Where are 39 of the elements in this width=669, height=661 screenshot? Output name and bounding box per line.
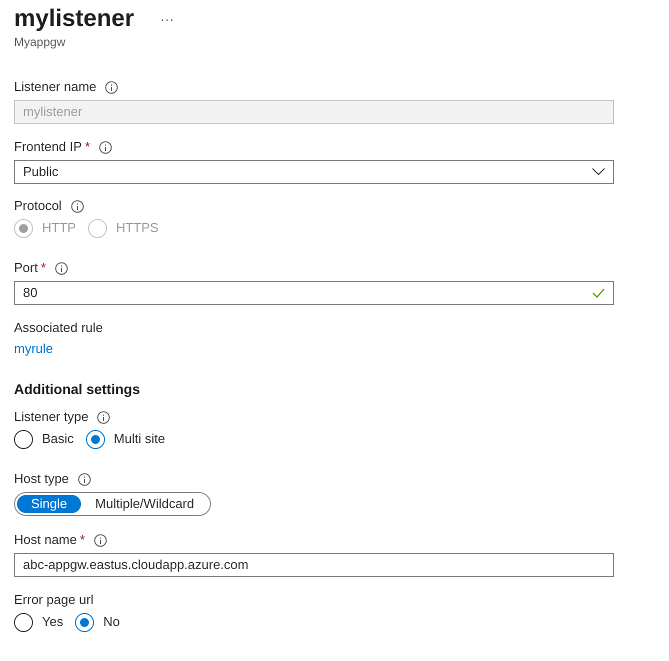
radio-button[interactable] <box>75 612 94 632</box>
field-label: Host type <box>14 470 69 488</box>
radio-button[interactable] <box>14 430 33 448</box>
required-mark: * <box>40 259 46 278</box>
radio-option[interactable]: Multi site <box>86 429 166 449</box>
page-title: mylistener <box>14 4 134 34</box>
field-label: Protocol <box>14 197 62 216</box>
dropdown[interactable]: Public <box>14 160 614 184</box>
field-label: Error page url <box>14 591 94 610</box>
info-icon[interactable] <box>54 262 68 274</box>
chevron-down-icon <box>592 168 605 176</box>
radio-option[interactable]: Basic <box>14 429 74 449</box>
rule-link[interactable]: myrule <box>14 339 54 359</box>
field-label: Frontend IP <box>14 138 82 156</box>
info-icon[interactable] <box>97 410 110 424</box>
checkmark-icon <box>592 288 605 298</box>
radio-button[interactable] <box>14 612 33 632</box>
radio-button[interactable] <box>86 430 105 448</box>
section-heading: Additional settings <box>14 380 141 399</box>
more-button[interactable]: ··· <box>156 9 178 29</box>
radio-option[interactable]: No <box>75 612 120 632</box>
field-label: Listener type <box>14 408 88 426</box>
info-icon[interactable] <box>99 140 112 154</box>
segmented-control[interactable]: Single Multiple/Wildcard <box>14 492 212 516</box>
field-label: Associated rule <box>14 319 103 338</box>
segment-option[interactable]: Single <box>17 495 82 513</box>
required-mark: * <box>80 531 85 550</box>
field-label: Port <box>14 259 38 278</box>
radio-option[interactable]: Yes <box>14 612 64 632</box>
field-label: Listener name <box>14 78 96 96</box>
radio-option: HTTP <box>14 218 76 238</box>
input-field[interactable]: 80 <box>14 281 614 305</box>
radio-option: HTTPS <box>88 218 159 238</box>
field-label: Host name <box>14 531 77 550</box>
required-mark: * <box>84 138 90 156</box>
info-icon[interactable] <box>78 472 91 486</box>
page-subtitle: Myappgw <box>14 34 66 50</box>
info-icon[interactable] <box>94 534 107 546</box>
input-field[interactable]: abc-appgw.eastus.cloudapp.azure.com <box>14 553 614 577</box>
